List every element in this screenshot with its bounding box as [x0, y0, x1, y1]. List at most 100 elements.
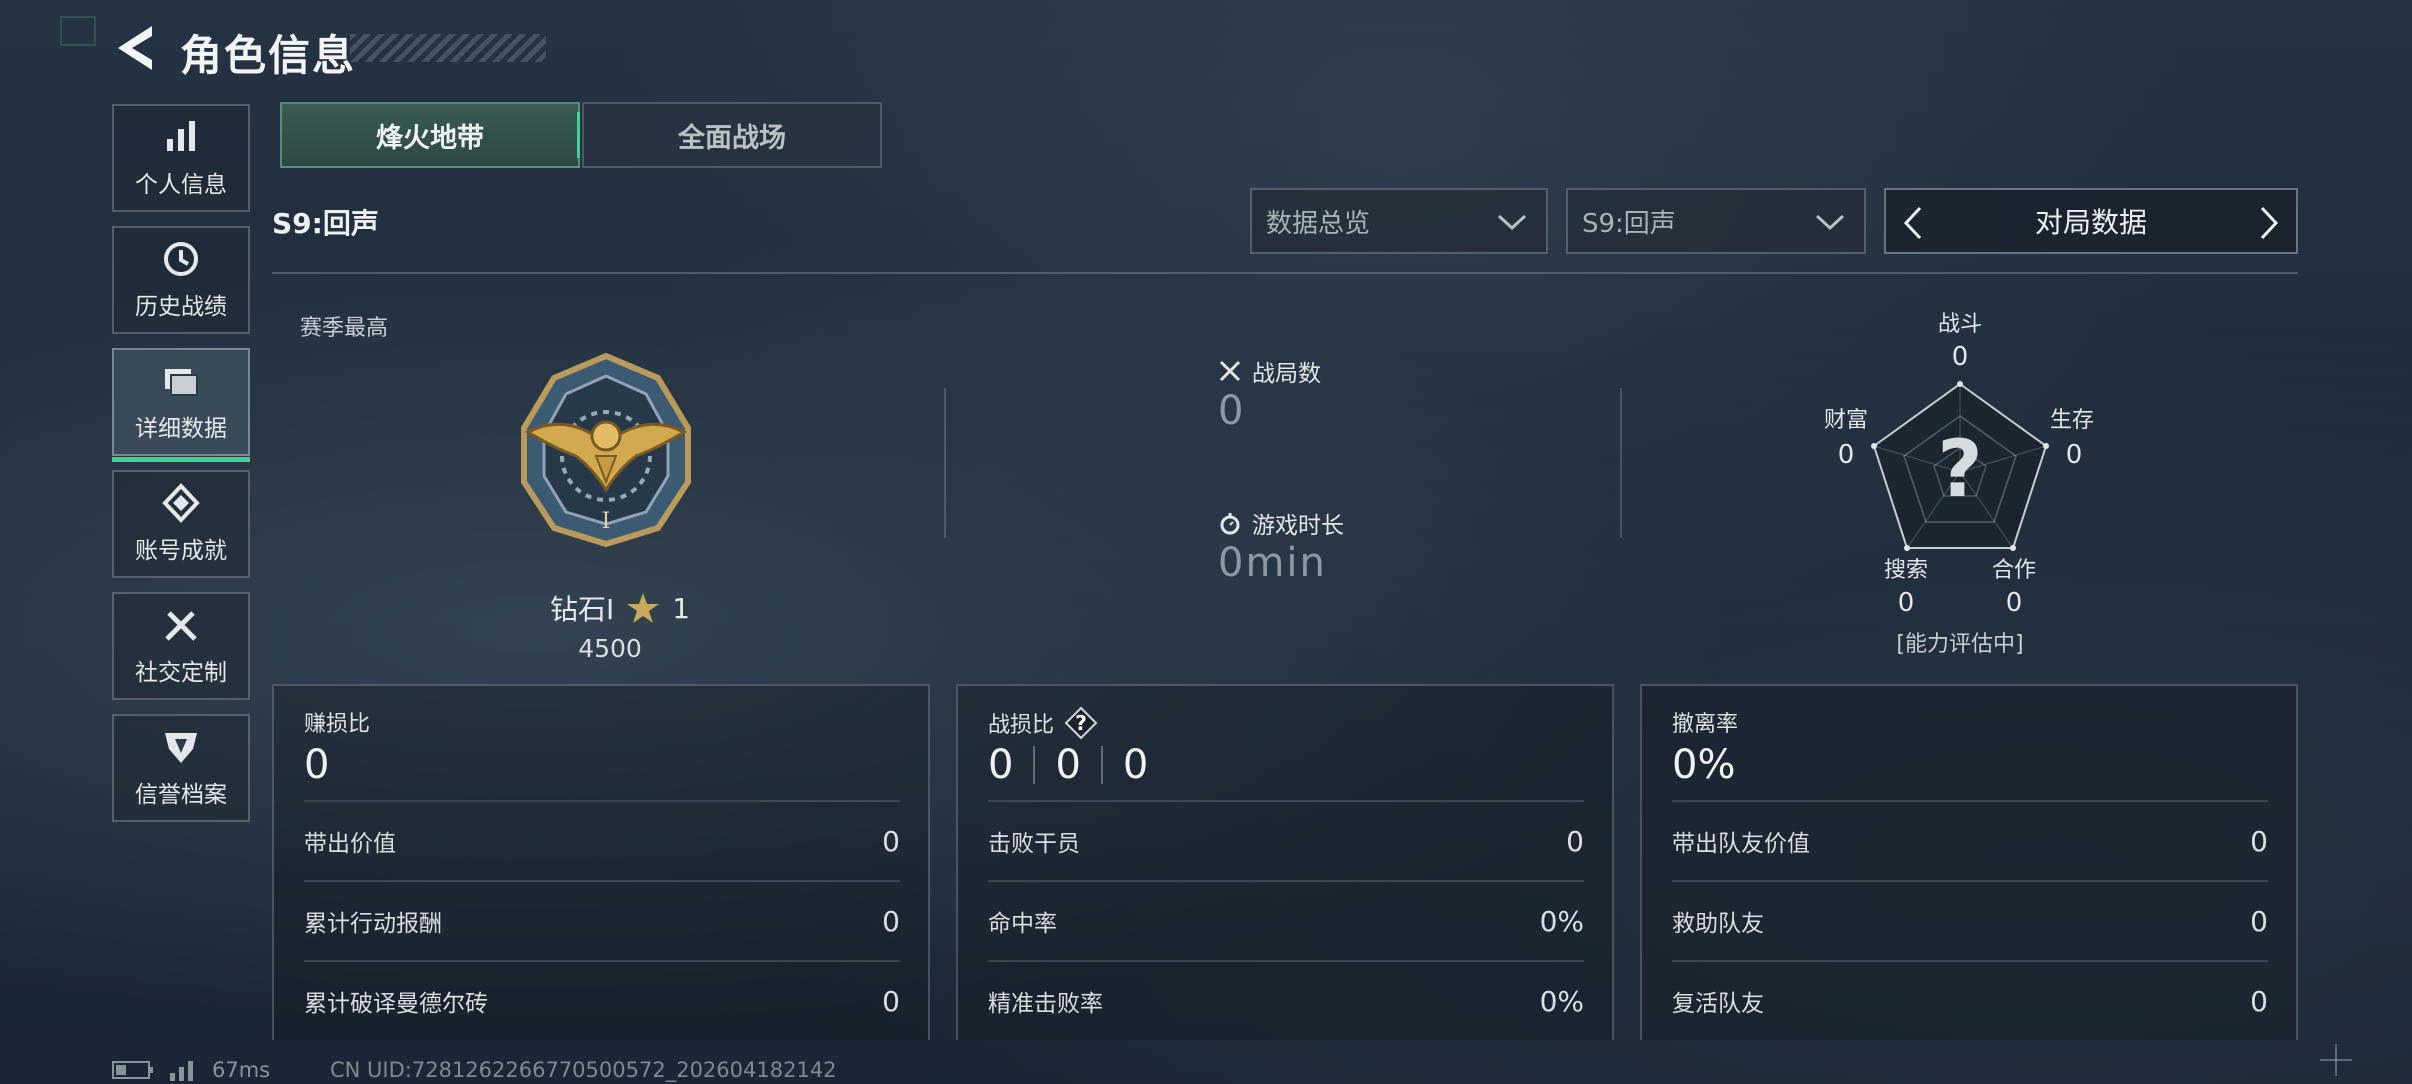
row-value: 0 [882, 984, 900, 1018]
clock-icon [164, 242, 198, 276]
sidebar-item-label: 详细数据 [135, 416, 227, 442]
list-item: 累计破译曼德尔砖 0 [304, 960, 900, 1040]
radar-search-value: 0 [1897, 588, 1915, 618]
radar-note: [能力评估中] [1896, 632, 2024, 657]
row-label: 带出价值 [304, 831, 396, 857]
season-dropdown[interactable]: S9:回声 [1566, 188, 1866, 254]
list-item: 命中率 0% [988, 880, 1584, 960]
sidebar-item-detailed-data[interactable]: 详细数据 [112, 348, 250, 462]
list-item: 复活队友 0 [1672, 960, 2268, 1040]
list-item: 击败干员 0 [988, 800, 1584, 880]
sidebar-item-personal-info[interactable]: 个人信息 [112, 104, 250, 212]
tab-full-battlefield[interactable]: 全面战场 [582, 102, 882, 168]
row-value: 0 [1566, 824, 1584, 858]
sidebar-item-label: 个人信息 [135, 172, 227, 198]
battery-icon [112, 1061, 153, 1079]
sidebar-item-social[interactable]: 社交定制 [112, 592, 250, 700]
row-value: 0% [1539, 984, 1584, 1018]
playtime-stat: 游戏时长 0min [1218, 506, 1344, 586]
divider [272, 272, 2298, 274]
matches-stat: 战局数 0 [1218, 354, 1321, 434]
back-button[interactable] [112, 22, 160, 74]
star-icon [627, 593, 660, 623]
bar-chart-icon [167, 121, 195, 151]
row-label: 命中率 [988, 911, 1057, 937]
user-uid: CN UID:7281262266770500572_202604182142 [330, 1058, 837, 1082]
achievement-icon [162, 483, 200, 523]
row-value: 0% [1539, 904, 1584, 938]
playtime-label: 游戏时长 [1252, 513, 1344, 539]
back-arrow-icon [118, 26, 152, 70]
row-label: 击败干员 [988, 831, 1080, 857]
panel-title: 赚损比 [304, 712, 371, 737]
panel-title: 战损比 [988, 713, 1055, 738]
sidebar-item-label: 账号成就 [135, 538, 227, 564]
ping-value: 67ms [212, 1058, 271, 1082]
corner-mark [60, 16, 96, 46]
list-item: 累计行动报酬 0 [304, 880, 900, 960]
kd-panel: 战损比 ? 0 0 0 击败干员 0 命中率 0% 精准击败率 0% [956, 684, 1614, 1040]
status-bar: 67ms [112, 1058, 270, 1082]
page-title: 角色信息 [180, 31, 357, 80]
signal-icon [170, 1061, 193, 1081]
overview-dropdown-value: 数据总览 [1266, 208, 1371, 239]
pager-label: 对局数据 [2034, 206, 2147, 239]
extract-panel: 撤离率 0% 带出队友价值 0 救助队友 0 复活队友 0 [1640, 684, 2298, 1040]
divider [1620, 388, 1622, 538]
kd-separator [1033, 746, 1036, 784]
radar-cooperation-value: 0 [2005, 588, 2023, 618]
rank-name: 钻石I [549, 593, 615, 626]
radar-survival-value: 0 [2065, 440, 2083, 470]
matches-label: 战局数 [1252, 361, 1321, 387]
list-item: 精准击败率 0% [988, 960, 1584, 1040]
radar-combat-value: 0 [1951, 342, 1969, 372]
radar-combat-label: 战斗 [1937, 312, 1982, 337]
row-label: 带出队友价值 [1672, 831, 1810, 857]
row-value: 0 [2250, 984, 2268, 1018]
crossed-swords-icon [1219, 360, 1241, 382]
kd-value: 0 [1055, 742, 1081, 788]
tab-hazard-zone[interactable]: 烽火地带 [280, 102, 580, 168]
profit-ratio-value: 0 [304, 742, 330, 788]
divider [944, 388, 946, 538]
sidebar-item-history[interactable]: 历史战绩 [112, 226, 250, 334]
row-label: 累计行动报酬 [304, 911, 442, 937]
tools-icon [165, 611, 197, 641]
rank-score: 4500 [578, 634, 642, 663]
sidebar-item-label: 社交定制 [135, 660, 227, 686]
chevron-right-icon[interactable] [2252, 204, 2286, 242]
list-item: 救助队友 0 [1672, 880, 2268, 960]
panel-title: 撤离率 [1672, 712, 1739, 737]
row-label: 救助队友 [1672, 911, 1764, 937]
season-best-label: 赛季最高 [300, 316, 389, 341]
crosshair-icon [2320, 1044, 2352, 1076]
playtime-value: 0min [1218, 540, 1327, 586]
kd-value: 0 [988, 742, 1014, 788]
row-value: 0 [2250, 904, 2268, 938]
title-decoration [350, 34, 546, 62]
list-item: 带出队友价值 0 [1672, 800, 2268, 880]
season-label: S9:回声 [272, 207, 379, 240]
radar-center-mark: ? [1937, 425, 1982, 515]
row-value: 0 [882, 904, 900, 938]
extract-rate-value: 0% [1672, 742, 1736, 788]
panel-title-group: 战损比 ? [988, 706, 1098, 740]
matches-value: 0 [1218, 388, 1246, 434]
sidebar-item-label: 信誉档案 [135, 782, 227, 808]
folder-icon [165, 369, 198, 396]
sidebar-item-label: 历史战绩 [135, 294, 227, 320]
data-pager: 对局数据 [1884, 188, 2298, 254]
help-icon[interactable]: ? [1064, 706, 1098, 740]
row-value: 0 [2250, 824, 2268, 858]
svg-text:?: ? [1075, 711, 1087, 735]
radar-wealth-label: 财富 [1823, 408, 1868, 433]
svg-text:I: I [602, 509, 611, 534]
chevron-left-icon[interactable] [1896, 204, 1930, 242]
radar-wealth-value: 0 [1837, 440, 1855, 470]
list-item: 带出价值 0 [304, 800, 900, 880]
radar-search-label: 搜索 [1883, 558, 1928, 583]
kd-value: 0 [1122, 742, 1149, 788]
overview-dropdown[interactable]: 数据总览 [1250, 188, 1548, 254]
sidebar-item-reputation[interactable]: 信誉档案 [112, 714, 250, 822]
sidebar-item-achievements[interactable]: 账号成就 [112, 470, 250, 578]
